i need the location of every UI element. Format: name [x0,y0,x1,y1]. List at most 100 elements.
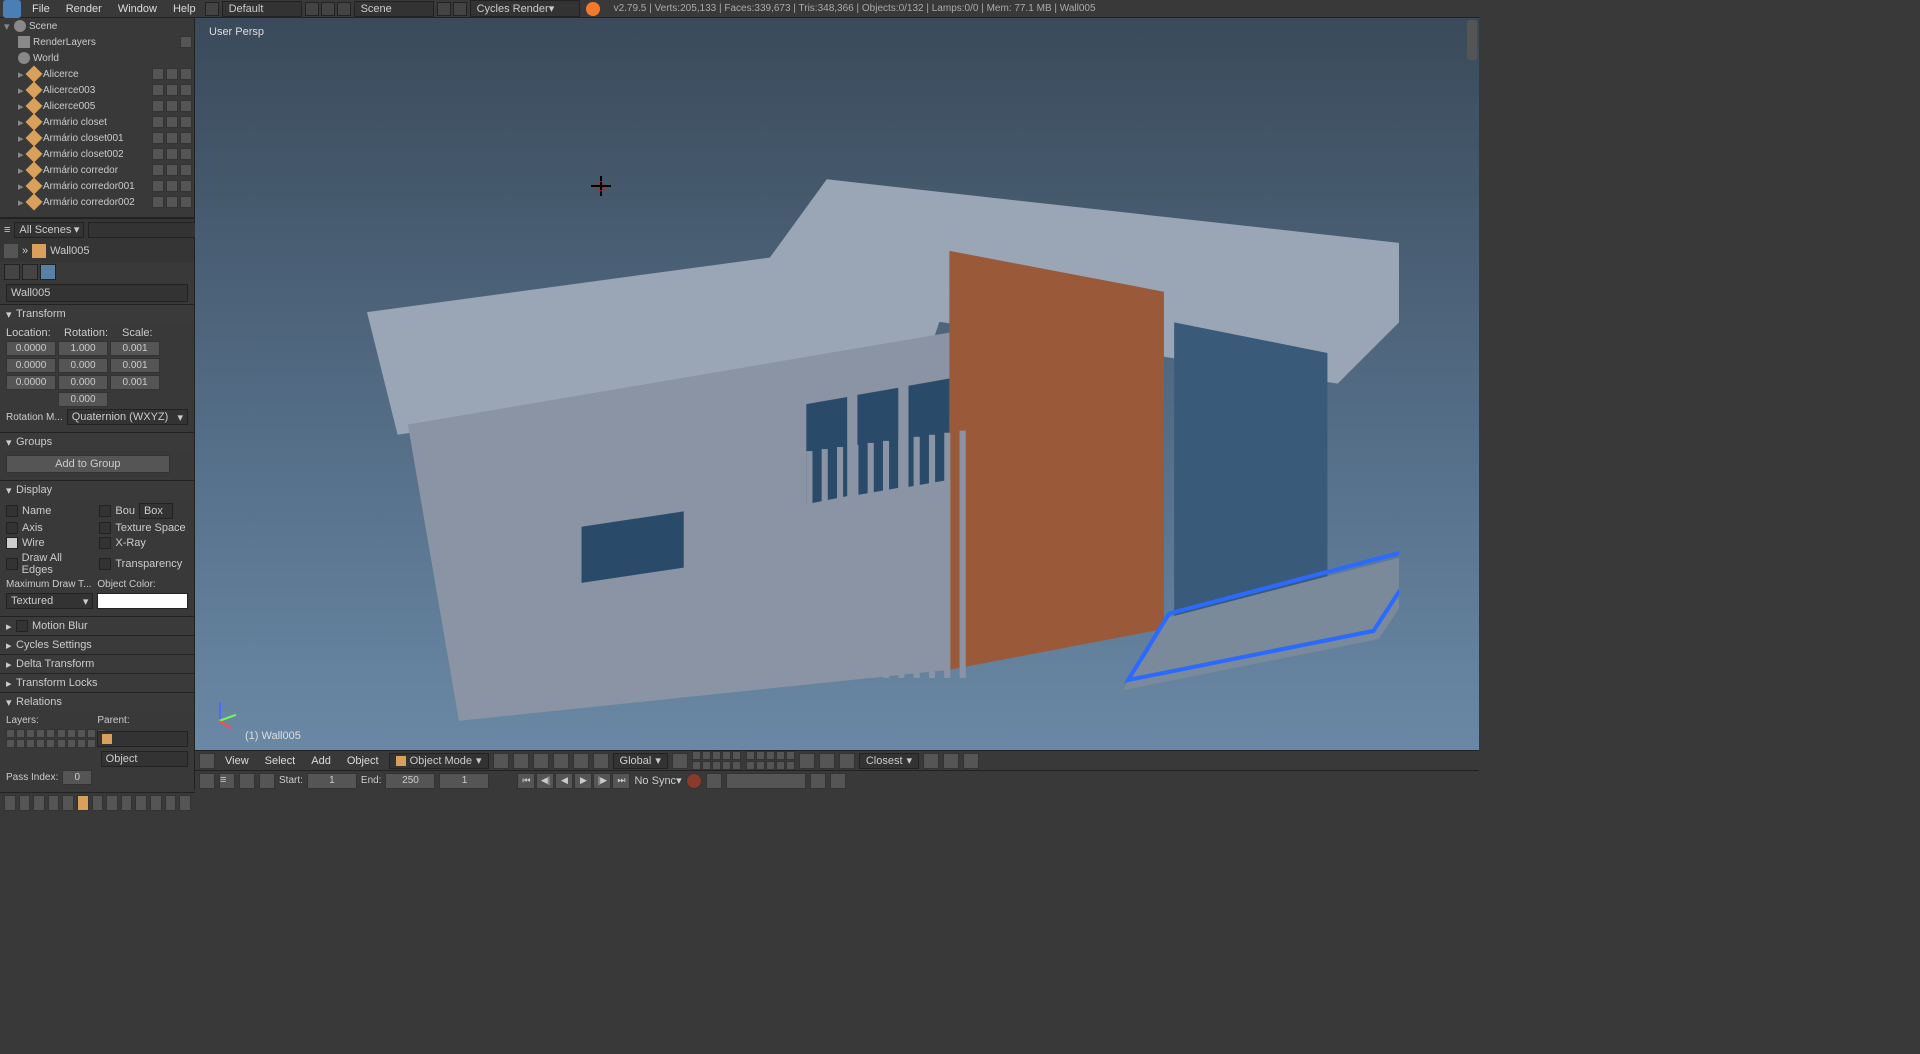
object-name-input[interactable] [6,284,188,302]
context-data-icon[interactable] [121,795,133,811]
cursor-icon[interactable] [166,180,178,192]
keyframe-next-button[interactable]: |▶ [593,773,611,789]
eye-icon[interactable] [152,68,164,80]
3d-viewport[interactable]: User Persp [195,18,1479,750]
eye-icon[interactable] [152,116,164,128]
auto-keyframe-icon[interactable] [686,773,702,789]
rot-z-field[interactable]: 0.000 [58,392,108,407]
scale-y-field[interactable]: 0.001 [110,358,160,373]
passindex-field[interactable]: 0 [62,770,92,785]
drawtype-dropdown[interactable]: Textured▾ [6,593,93,609]
cursor-icon[interactable] [166,84,178,96]
layout-del-icon[interactable] [321,2,335,16]
eye-icon[interactable] [152,132,164,144]
context-physics-icon[interactable] [179,795,191,811]
render-icon[interactable] [180,100,192,112]
current-frame-field[interactable]: 1 [439,773,489,789]
pin-icon[interactable] [4,244,18,258]
scale-z-field[interactable]: 0.001 [110,375,160,390]
outliner-scene-row[interactable]: ▾ Scene [0,18,194,34]
mode-dropdown[interactable]: Object Mode▾ [389,753,489,769]
timeline-editor-type-icon[interactable] [199,773,215,789]
cursor-icon[interactable] [166,132,178,144]
transform-locks-panel-header[interactable]: ▸Transform Locks [0,674,194,692]
tab-scene[interactable] [22,264,38,280]
view-menu[interactable]: View [219,755,255,767]
name-checkbox[interactable] [6,505,18,517]
jump-start-button[interactable]: ⏮ [517,773,535,789]
context-layers-icon[interactable] [33,795,45,811]
render-icon[interactable] [180,84,192,96]
snap-toggle-icon[interactable] [819,753,835,769]
select-menu[interactable]: Select [259,755,302,767]
parent-object-field[interactable] [97,731,188,747]
render-icon[interactable] [180,132,192,144]
layout-add-icon[interactable] [305,2,319,16]
menu-window[interactable]: Window [110,3,165,15]
delete-keyframe-icon[interactable] [830,773,846,789]
groups-panel-header[interactable]: ▾Groups [0,433,194,451]
add-to-group-button[interactable]: Add to Group [6,455,170,473]
object-menu[interactable]: Object [341,755,385,767]
layers-button-icon[interactable] [672,753,688,769]
menu-render[interactable]: Render [58,3,110,15]
eye-icon[interactable] [152,180,164,192]
play-button[interactable]: ▶ [574,773,592,789]
axis-checkbox[interactable] [6,522,18,534]
render-icon[interactable] [180,116,192,128]
texspace-checkbox[interactable] [99,522,111,534]
rot-x-field[interactable]: 0.000 [58,358,108,373]
outliner-object-row[interactable]: ▸Armário corredor [0,162,194,178]
manipulator-rotate-icon[interactable] [573,753,589,769]
outliner-filter-dropdown[interactable]: All Scenes▾ [14,222,84,238]
shading-solid-icon[interactable] [493,753,509,769]
blender-info-icon[interactable] [3,0,21,18]
pivot-icon[interactable] [513,753,529,769]
play-reverse-button[interactable]: ◀ [555,773,573,789]
context-object-icon[interactable] [77,795,89,811]
orientation-dropdown[interactable]: Global▾ [613,753,668,769]
parent-type-dropdown[interactable]: Object [101,751,188,767]
screen-layout-dropdown[interactable]: Default [222,1,302,17]
motion-blur-panel-header[interactable]: ▸Motion Blur [0,617,194,635]
start-frame-field[interactable]: 1 [307,773,357,789]
eye-icon[interactable] [152,196,164,208]
outliner-world-row[interactable]: World [0,50,194,66]
keying-set-field[interactable] [726,773,806,789]
motion-blur-checkbox[interactable] [16,620,28,632]
eye-icon[interactable] [152,84,164,96]
manipulator-toggle-icon[interactable] [533,753,549,769]
outliner-renderlayers-row[interactable]: RenderLayers [0,34,194,50]
context-scene-icon[interactable] [48,795,60,811]
cursor-icon[interactable] [166,164,178,176]
eye-icon[interactable] [152,100,164,112]
rotation-mode-dropdown[interactable]: Quaternion (WXYZ)▾ [67,409,188,425]
editor-type-3dview-icon[interactable] [199,753,215,769]
restrict-icon[interactable] [180,36,192,48]
eye-icon[interactable] [152,148,164,160]
render-icon[interactable] [180,164,192,176]
cursor-icon[interactable] [166,100,178,112]
cursor-icon[interactable] [166,148,178,160]
editor-type-icon[interactable] [4,795,16,811]
render-icon[interactable] [180,68,192,80]
timeline-menu-icon[interactable]: ≡ [219,773,235,789]
drawedges-checkbox[interactable] [6,558,18,570]
cursor-icon[interactable] [166,196,178,208]
menu-file[interactable]: File [24,3,58,15]
end-frame-field[interactable]: 250 [385,773,435,789]
scene-add-icon[interactable] [437,2,451,16]
scene-del-icon[interactable] [453,2,467,16]
jump-end-button[interactable]: ⏭ [612,773,630,789]
keyframe-prev-button[interactable]: ◀| [536,773,554,789]
bounds-type-dropdown[interactable]: Box [139,503,173,519]
menu-help[interactable]: Help [165,3,204,15]
context-modifiers-icon[interactable] [106,795,118,811]
xray-checkbox[interactable] [99,537,111,549]
transparency-checkbox[interactable] [99,558,111,570]
sync-mode-dropdown[interactable]: No Sync▾ [634,774,681,787]
eye-icon[interactable] [152,164,164,176]
cycles-settings-panel-header[interactable]: ▸Cycles Settings [0,636,194,654]
bounds-checkbox[interactable] [99,505,111,517]
manipulator-translate-icon[interactable] [553,753,569,769]
